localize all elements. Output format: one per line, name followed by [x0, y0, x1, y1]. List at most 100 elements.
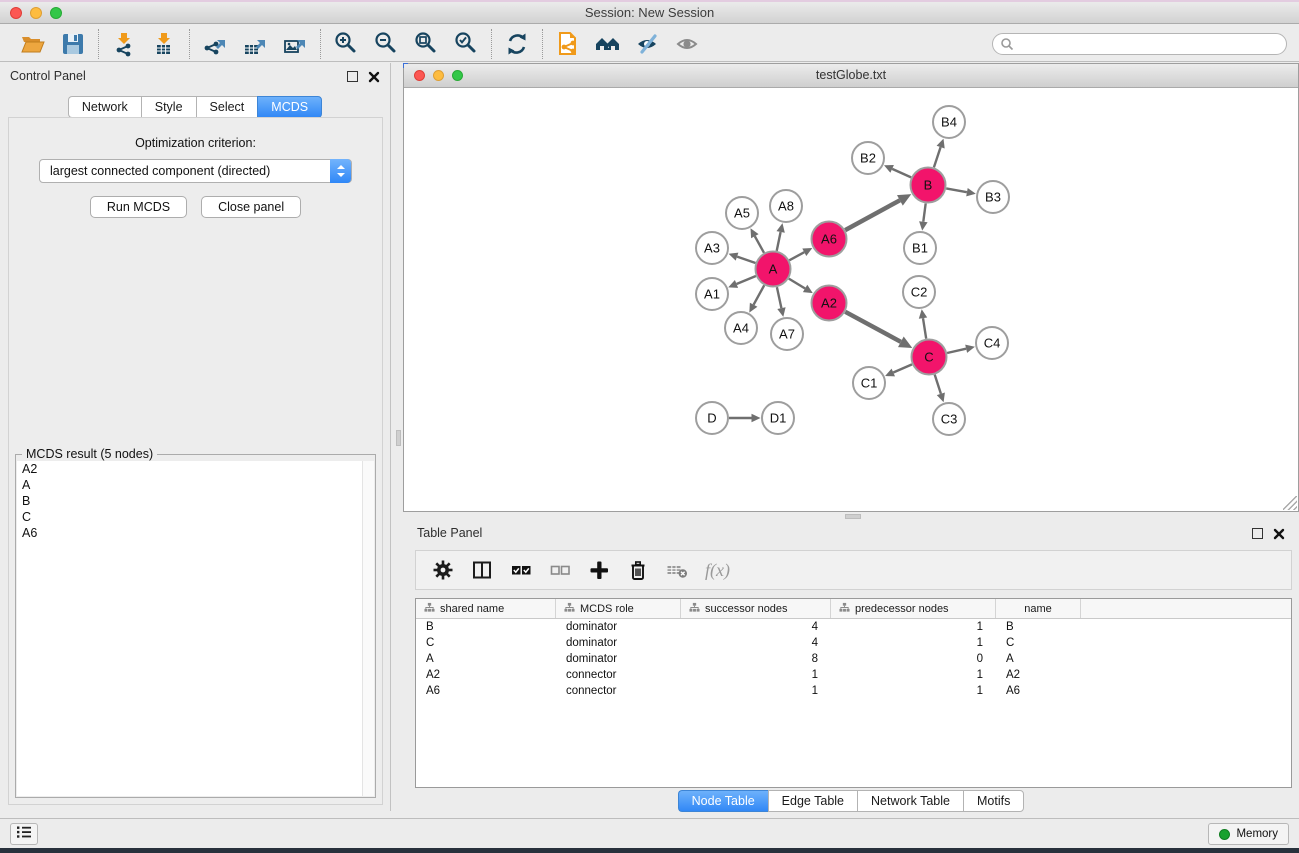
table-cell[interactable]: 0: [831, 651, 996, 667]
close-panel-button[interactable]: Close panel: [201, 196, 301, 218]
table-row[interactable]: Adominator80A: [416, 651, 1291, 667]
zoom-check-icon[interactable]: [453, 31, 479, 57]
graph-edge-B-B3[interactable]: [946, 188, 976, 196]
close-panel-icon[interactable]: [368, 70, 380, 82]
trash-icon[interactable]: [627, 559, 649, 581]
table-cell[interactable]: dominator: [556, 635, 681, 651]
graph-node-C1[interactable]: C1: [853, 367, 885, 399]
table-cell[interactable]: A6: [416, 683, 556, 699]
network-canvas[interactable]: AA1A2A3A4A5A6A7A8BB1B2B3B4CC1C2C3C4DD1: [404, 88, 1298, 511]
float-table-panel-icon[interactable]: [1252, 528, 1263, 539]
table-cell[interactable]: 4: [681, 635, 831, 651]
add-icon[interactable]: [588, 559, 610, 581]
graph-node-B3[interactable]: B3: [977, 181, 1009, 213]
table-cell[interactable]: 8: [681, 651, 831, 667]
table-cell[interactable]: C: [416, 635, 556, 651]
zoom-fit-icon[interactable]: [413, 31, 439, 57]
graph-edge-A-A8[interactable]: [777, 223, 785, 251]
gear-icon[interactable]: [432, 559, 454, 581]
optimization-criterion-select[interactable]: largest connected component (directed): [39, 159, 352, 183]
graph-edge-A-A4[interactable]: [749, 285, 764, 312]
tab-select[interactable]: Select: [196, 96, 258, 118]
graph-edge-C-C2[interactable]: [919, 309, 927, 338]
table-cell[interactable]: A: [416, 651, 556, 667]
table-cell[interactable]: 1: [681, 683, 831, 699]
network-minimize-button[interactable]: [433, 70, 444, 81]
columns-icon[interactable]: [471, 559, 493, 581]
zoom-out-icon[interactable]: [373, 31, 399, 57]
graph-node-B1[interactable]: B1: [904, 232, 936, 264]
mcds-result-item[interactable]: B: [17, 493, 362, 509]
graph-edge-A-A1[interactable]: [728, 276, 756, 288]
zoom-in-icon[interactable]: [333, 31, 359, 57]
table-cell[interactable]: A2: [416, 667, 556, 683]
table-cell[interactable]: connector: [556, 683, 681, 699]
task-history-button[interactable]: [10, 823, 38, 845]
graph-node-A2[interactable]: A2: [812, 286, 847, 321]
graph-node-A7[interactable]: A7: [771, 318, 803, 350]
table-cell[interactable]: C: [996, 635, 1081, 651]
table-cell[interactable]: A: [996, 651, 1081, 667]
column-header-successor-nodes[interactable]: successor nodes: [681, 599, 831, 618]
zoom-window-button[interactable]: [50, 7, 62, 19]
eye-icon[interactable]: [675, 31, 701, 57]
network-graph[interactable]: AA1A2A3A4A5A6A7A8BB1B2B3B4CC1C2C3C4DD1: [404, 88, 1298, 511]
graph-node-A6[interactable]: A6: [812, 222, 847, 257]
graph-edge-A2-C[interactable]: [845, 312, 912, 348]
minimize-window-button[interactable]: [30, 7, 42, 19]
mcds-result-item[interactable]: A: [17, 477, 362, 493]
column-header-name[interactable]: name: [996, 599, 1081, 618]
graph-edge-D-D1[interactable]: [729, 414, 761, 423]
eye-slash-icon[interactable]: [635, 31, 661, 57]
tab-node-table[interactable]: Node Table: [678, 790, 768, 812]
graph-node-B2[interactable]: B2: [852, 142, 884, 174]
tab-mcds[interactable]: MCDS: [257, 96, 322, 118]
graph-node-B4[interactable]: B4: [933, 106, 965, 138]
table-cell[interactable]: dominator: [556, 619, 681, 635]
close-window-button[interactable]: [10, 7, 22, 19]
graph-node-C[interactable]: C: [912, 340, 947, 375]
graph-edge-C-C1[interactable]: [885, 364, 912, 376]
tab-network-table[interactable]: Network Table: [857, 790, 963, 812]
table-cell[interactable]: B: [416, 619, 556, 635]
run-mcds-button[interactable]: Run MCDS: [90, 196, 187, 218]
tab-network[interactable]: Network: [68, 96, 141, 118]
graph-node-C2[interactable]: C2: [903, 276, 935, 308]
table-cell[interactable]: 4: [681, 619, 831, 635]
select-all-icon[interactable]: [510, 559, 532, 581]
table-cell[interactable]: 1: [831, 667, 996, 683]
graph-edge-A-A5[interactable]: [751, 228, 765, 253]
memory-button[interactable]: Memory: [1208, 823, 1289, 845]
table-cell[interactable]: A2: [996, 667, 1081, 683]
resize-grip-icon[interactable]: [1283, 496, 1297, 510]
export-table-icon[interactable]: [242, 31, 268, 57]
column-header-shared-name[interactable]: shared name: [416, 599, 556, 618]
graph-node-B[interactable]: B: [911, 168, 946, 203]
table-cell[interactable]: connector: [556, 667, 681, 683]
folder-open-icon[interactable]: [20, 31, 46, 57]
graph-edge-A-A7[interactable]: [777, 287, 786, 317]
table-cell[interactable]: A6: [996, 683, 1081, 699]
table-row[interactable]: Bdominator41B: [416, 619, 1291, 635]
graph-node-A8[interactable]: A8: [770, 190, 802, 222]
graph-edge-A6-B[interactable]: [845, 194, 911, 230]
graph-node-A4[interactable]: A4: [725, 312, 757, 344]
import-table-icon[interactable]: [151, 31, 177, 57]
graph-node-C4[interactable]: C4: [976, 327, 1008, 359]
mcds-result-list[interactable]: A2ABCA6: [17, 461, 363, 796]
table-row[interactable]: A6connector11A6: [416, 683, 1291, 699]
search-input[interactable]: [992, 33, 1287, 55]
graph-node-D[interactable]: D: [696, 402, 728, 434]
graph-edge-C-C4[interactable]: [947, 345, 975, 353]
houses-icon[interactable]: [595, 31, 621, 57]
float-panel-icon[interactable]: [347, 71, 358, 82]
graph-edge-B-B2[interactable]: [884, 165, 911, 177]
deselect-all-icon[interactable]: [549, 559, 571, 581]
graph-node-C3[interactable]: C3: [933, 403, 965, 435]
graph-node-A3[interactable]: A3: [696, 232, 728, 264]
graph-edge-C-C3[interactable]: [935, 375, 945, 403]
save-icon[interactable]: [60, 31, 86, 57]
graph-edge-A-A6[interactable]: [789, 248, 812, 260]
table-row[interactable]: A2connector11A2: [416, 667, 1291, 683]
mcds-result-item[interactable]: A6: [17, 525, 362, 541]
